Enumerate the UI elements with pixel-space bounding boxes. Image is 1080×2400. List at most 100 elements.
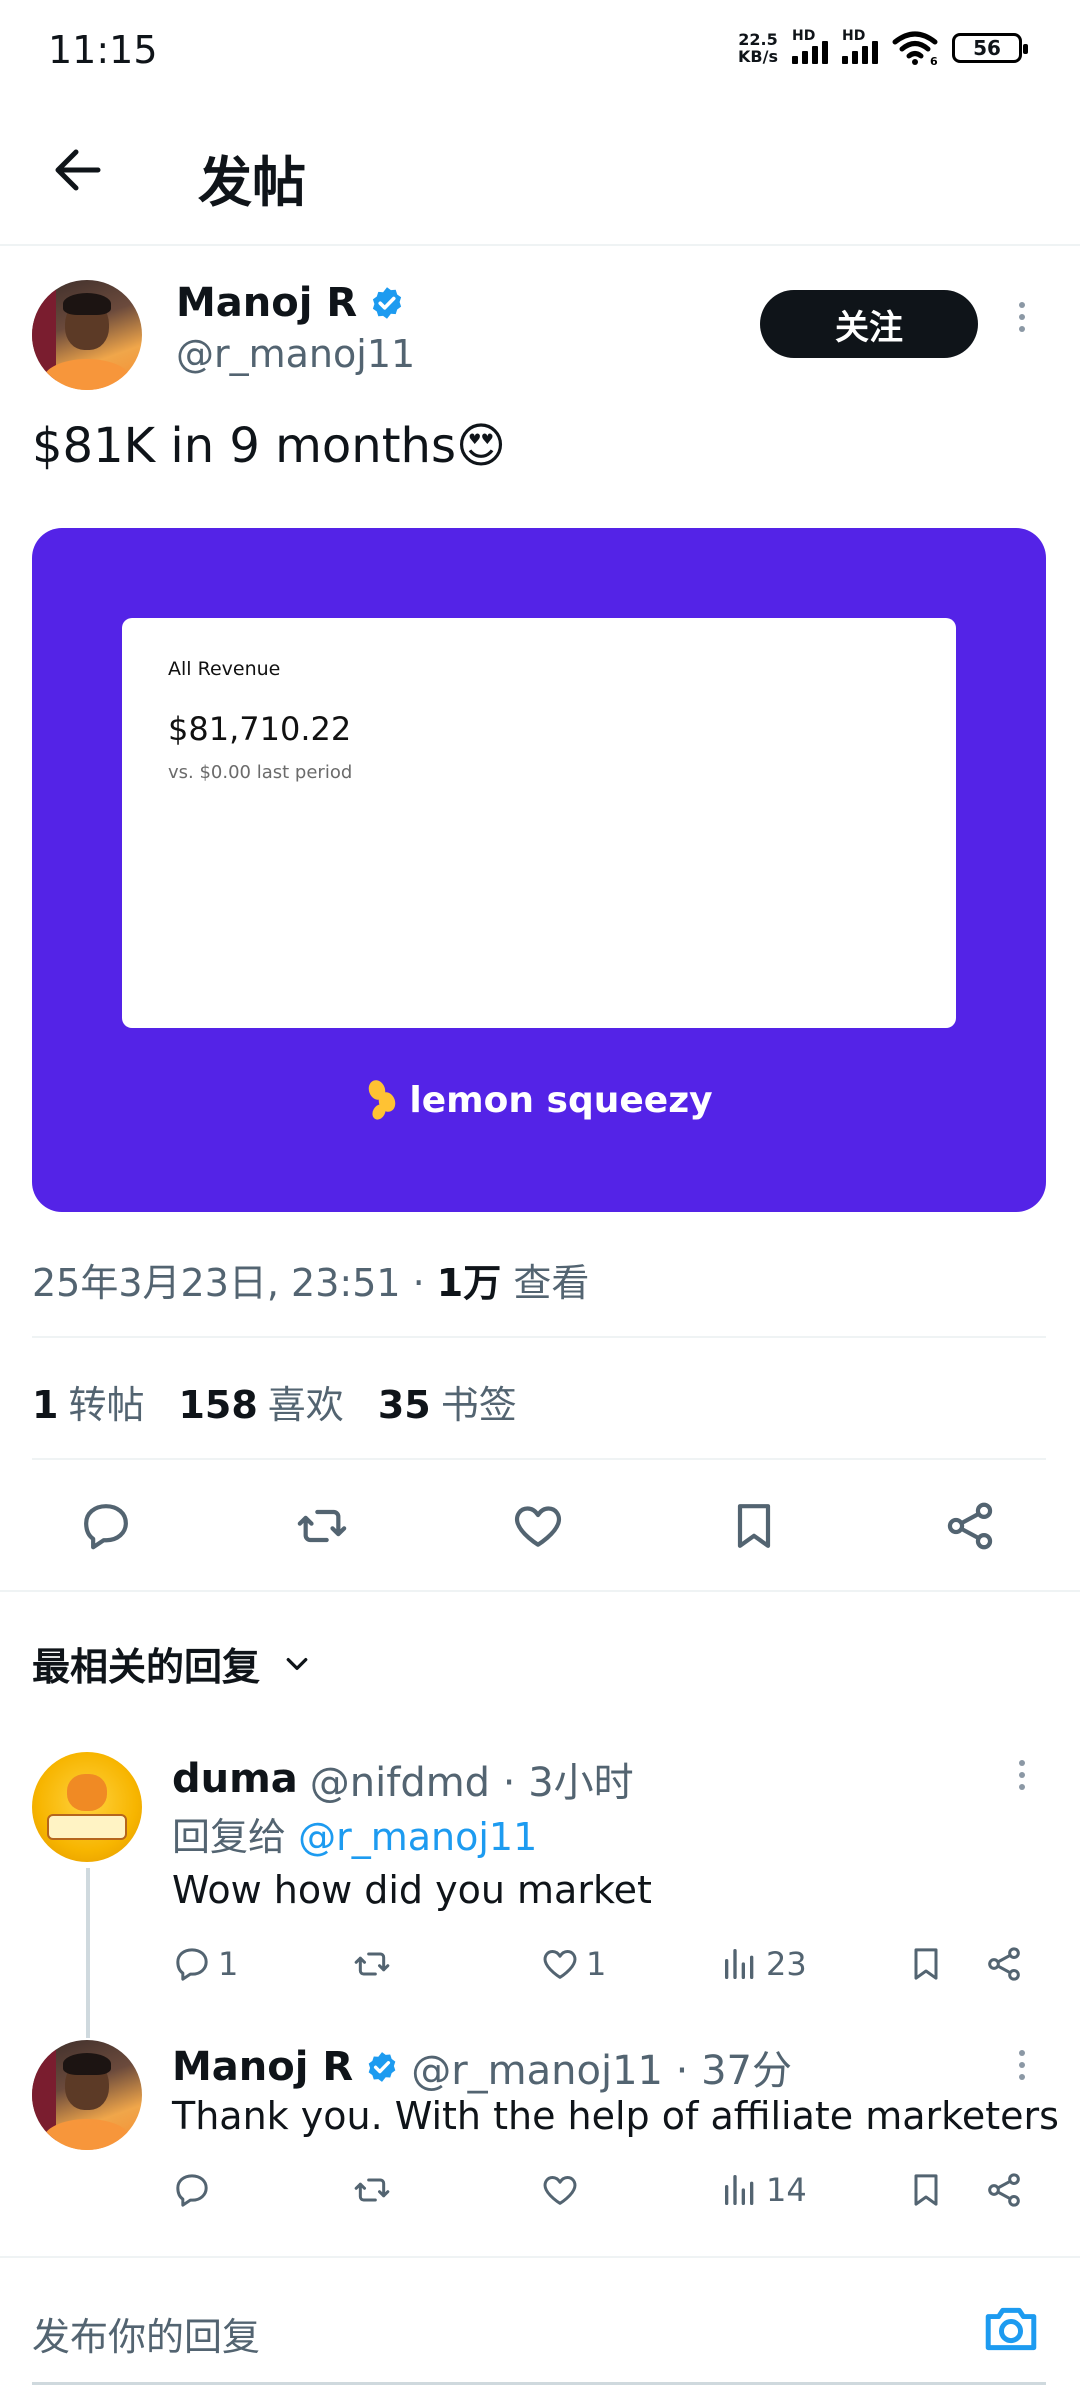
reply-to-prefix: 回复给	[172, 1815, 299, 1859]
verified-badge-icon	[373, 287, 402, 319]
revenue-value: $81,710.22	[168, 710, 352, 748]
signal-icon-sim1: HD	[792, 28, 828, 64]
reply-author-handle[interactable]: @r_manoj11 · 37分	[411, 2038, 792, 2096]
revenue-compare: vs. $0.00 last period	[168, 762, 353, 783]
reply-icon	[84, 1504, 128, 1550]
header-divider	[0, 244, 1080, 246]
reply-text: Thank you. With the help of affiliate ma…	[172, 2094, 1059, 2138]
bookmark-icon	[737, 1504, 771, 1548]
reply-text: Wow how did you market	[172, 1868, 652, 1912]
verified-badge-icon	[368, 2052, 396, 2082]
bookmark-icon	[914, 2174, 938, 2206]
post-timestamp: 25年3月23日, 23:51 ·	[32, 1261, 437, 1305]
reply-avatar-manoj[interactable]	[32, 2040, 142, 2150]
reply-more-options-icon[interactable]	[1016, 2050, 1028, 2080]
repost-icon	[297, 1509, 347, 1543]
views-label: 查看	[501, 1261, 590, 1305]
reply-like-button[interactable]: 1	[540, 1944, 606, 1984]
views-count: 1万	[436, 1261, 502, 1305]
lemon-squeezy-icon	[369, 1080, 396, 1120]
reply-author-name[interactable]: Manoj R	[172, 2044, 353, 2090]
stats-divider	[32, 1458, 1046, 1460]
signal-icon-sim2: HD	[842, 28, 878, 64]
bookmark-button[interactable]	[718, 1490, 790, 1562]
author-name[interactable]: Manoj R	[176, 280, 405, 326]
revenue-card: All Revenue $81,710.22 vs. $0.00 last pe…	[122, 618, 956, 1028]
reply-more-options-icon[interactable]	[1016, 1760, 1028, 1790]
reply-icon	[176, 1948, 208, 1981]
repost-button[interactable]	[286, 1490, 358, 1562]
repost-icon	[354, 1952, 390, 1976]
post-meta: 25年3月23日, 23:51 · 1万 查看	[32, 1252, 589, 1307]
compose-divider	[0, 2256, 1080, 2258]
reposts-stat[interactable]: 1 转帖	[32, 1374, 144, 1429]
back-arrow-icon[interactable]	[48, 140, 108, 200]
actions-divider	[0, 1590, 1080, 1592]
reply-author-handle[interactable]: @nifdmd · 3小时	[310, 1750, 634, 1808]
reply-like-button[interactable]	[540, 2170, 586, 2210]
bookmarks-stat[interactable]: 35 书签	[378, 1374, 517, 1429]
svg-text:6: 6	[930, 55, 938, 66]
follow-button[interactable]: 关注	[760, 290, 978, 358]
reply-compose-input[interactable]: 发布你的回复	[32, 2306, 260, 2361]
battery-icon: 56	[952, 33, 1028, 63]
status-time: 11:15	[48, 28, 158, 72]
share-icon	[988, 2173, 1020, 2207]
post-stats: 1 转帖 158 喜欢 35 书签	[32, 1374, 517, 1429]
reply-button[interactable]	[70, 1490, 142, 1562]
reply-views-button[interactable]: 23	[720, 1944, 807, 1984]
reply-bookmark-button[interactable]	[906, 2170, 946, 2210]
reply-icon	[176, 2174, 208, 2207]
views-icon	[725, 2175, 754, 2205]
reply-reply-button[interactable]	[172, 2170, 218, 2210]
reply-to-handle-link[interactable]: @r_manoj11	[298, 1815, 537, 1859]
heart-icon	[543, 1950, 577, 1979]
likes-stat[interactable]: 158 喜欢	[178, 1374, 343, 1429]
hd-badge: HD	[842, 28, 866, 44]
reply-to-line: 回复给 @r_manoj11	[172, 1806, 537, 1861]
share-icon	[988, 1947, 1020, 1981]
reply-share-button[interactable]	[984, 1944, 1024, 1984]
reply-reply-button[interactable]: 1	[172, 1944, 238, 1984]
network-speed-unit: KB/s	[738, 47, 778, 66]
compose-underline	[32, 2382, 1046, 2385]
lemon-squeezy-logo: lemon squeezy	[32, 1078, 1046, 1122]
reply-author-name[interactable]: duma	[172, 1756, 298, 1802]
page-title: 发帖	[198, 151, 306, 214]
wifi-icon: 6	[892, 31, 938, 66]
post-image[interactable]: All Revenue $81,710.22 vs. $0.00 last pe…	[32, 528, 1046, 1212]
author-handle[interactable]: @r_manoj11	[176, 332, 415, 376]
author-name-text: Manoj R	[176, 280, 358, 326]
heart-icon	[514, 1506, 562, 1547]
status-icons: 22.5 KB/s HD HD 6 56	[738, 28, 1028, 66]
views-count: 23	[766, 1945, 807, 1983]
views-count: 14	[766, 2171, 807, 2209]
reply-repost-button[interactable]	[352, 1944, 398, 1984]
reply-bookmark-button[interactable]	[906, 1944, 946, 1984]
thread-connector	[86, 1868, 90, 2038]
heart-icon	[543, 2176, 577, 2205]
share-icon	[947, 1502, 993, 1550]
like-count: 1	[586, 1945, 607, 1983]
reply-header: duma @nifdmd · 3小时	[172, 1750, 634, 1808]
brand-name: lemon squeezy	[409, 1079, 713, 1121]
reply-views-button[interactable]: 14	[720, 2170, 807, 2210]
reply-header: Manoj R @r_manoj11 · 37分	[172, 2038, 792, 2096]
camera-icon[interactable]	[982, 2302, 1040, 2356]
more-options-icon[interactable]	[1016, 302, 1028, 332]
replies-sort-dropdown[interactable]: 最相关的回复	[32, 1636, 312, 1691]
reply-repost-button[interactable]	[352, 2170, 398, 2210]
reply-count: 1	[218, 1945, 239, 1983]
hd-badge: HD	[792, 28, 816, 44]
network-speed-value: 22.5	[738, 30, 778, 49]
author-avatar[interactable]	[32, 280, 142, 390]
chevron-down-icon	[286, 1657, 308, 1670]
reply-share-button[interactable]	[984, 2170, 1024, 2210]
post-text: $81K in 9 months😍	[32, 418, 506, 474]
repost-icon	[354, 2178, 390, 2202]
meta-divider	[32, 1336, 1046, 1338]
share-button[interactable]	[934, 1490, 1006, 1562]
replies-sort-label: 最相关的回复	[32, 1645, 261, 1689]
reply-avatar-duma[interactable]	[32, 1752, 142, 1862]
like-button[interactable]	[502, 1490, 574, 1562]
